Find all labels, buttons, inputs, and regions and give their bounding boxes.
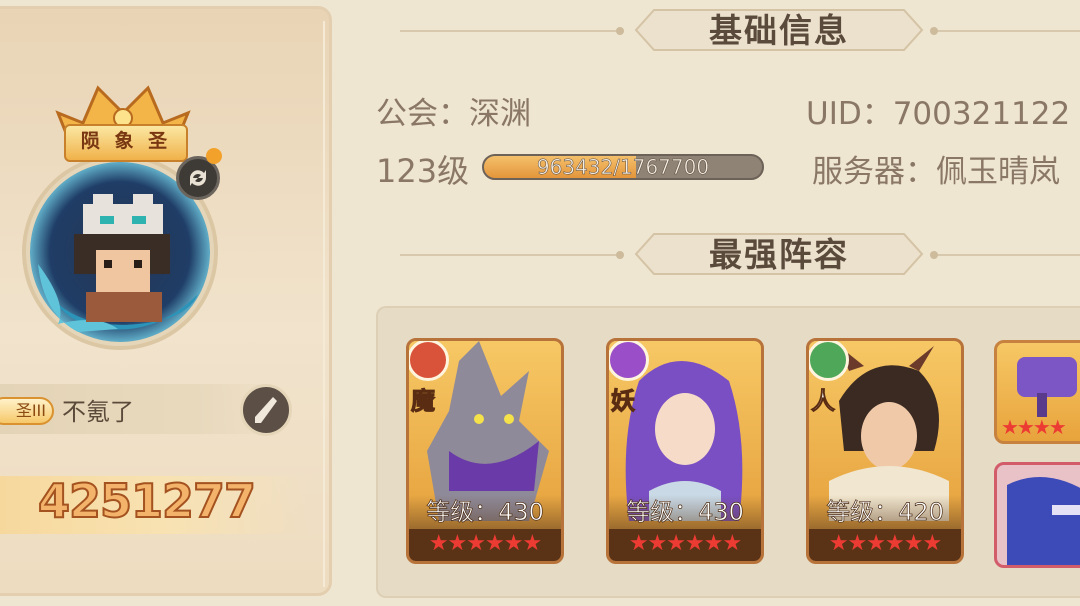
lineup-header: 最强阵容 [634, 230, 924, 278]
faction-yao-icon [609, 341, 649, 381]
faction-demon-icon [409, 341, 449, 381]
header-rule-dot [616, 251, 624, 259]
guild-label: 公会：深渊 [376, 96, 531, 132]
pet-card[interactable] [994, 462, 1080, 568]
player-level: 123级 [376, 152, 470, 190]
header-rule-left [400, 30, 620, 32]
basic-info-header: 基础信息 [634, 6, 924, 54]
hero-faction: 魔 [411, 386, 436, 416]
combat-power-value: 4251277 [37, 473, 257, 529]
artifact-card[interactable]: ★★★★ [994, 340, 1080, 444]
hero-stars: ★★★★★★ [809, 529, 961, 561]
rank-badge: 圣III [0, 397, 54, 425]
hero-level: 等级：420 [826, 498, 945, 527]
header-rule-dot [930, 27, 938, 35]
pet-icon [1007, 477, 1080, 565]
header-rule-dot [930, 251, 938, 259]
header-rule-right [934, 30, 1080, 32]
lineup-title: 最强阵容 [709, 235, 849, 274]
player-title-plate: 陨 象 圣 [64, 124, 188, 162]
header-rule-right [934, 254, 1080, 256]
hero-card[interactable]: 人 等级：420 ★★★★★★ [806, 338, 964, 564]
hero-level: 等级：430 [626, 498, 745, 527]
notification-dot [206, 148, 222, 164]
artifact-stars: ★★★★ [1001, 415, 1067, 439]
hero-level: 等级：430 [426, 498, 545, 527]
hero-faction: 妖 [611, 386, 636, 416]
uid-label: UID：700321122 [806, 96, 1071, 132]
hero-card[interactable]: 妖 等级：430 ★★★★★★ [606, 338, 764, 564]
player-name: 不氪了 [62, 398, 134, 426]
faction-human-icon [809, 341, 849, 381]
server-label: 服务器：佩玉晴岚 [812, 154, 1060, 190]
exp-text: 963432/1767700 [536, 155, 710, 179]
hero-card[interactable]: 魔 等级：430 ★★★★★★ [406, 338, 564, 564]
header-rule-left [400, 254, 620, 256]
basic-info-title: 基础信息 [709, 11, 849, 50]
hero-faction: 人 [811, 386, 836, 416]
edit-icon[interactable] [240, 384, 292, 436]
header-rule-dot [616, 27, 624, 35]
hero-stars: ★★★★★★ [409, 529, 561, 561]
artifact-icon [1017, 357, 1077, 417]
exp-bar: 963432/1767700 [482, 154, 764, 180]
hero-stars: ★★★★★★ [609, 529, 761, 561]
